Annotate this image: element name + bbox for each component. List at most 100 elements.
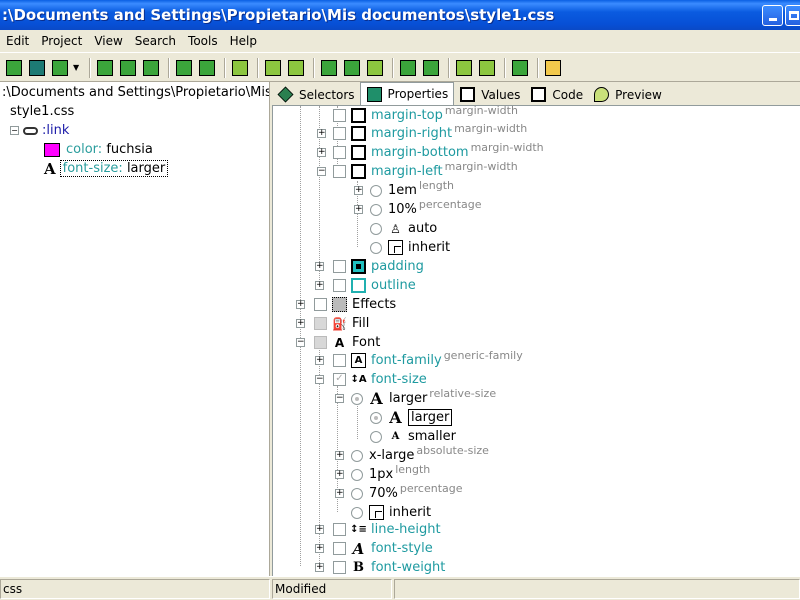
collapse-icon[interactable]: − [10,126,19,135]
radio-button[interactable] [370,184,382,197]
expand-icon[interactable]: + [317,148,326,157]
checkbox[interactable] [333,561,346,574]
expand-icon[interactable]: + [335,489,344,498]
tree-button[interactable] [286,58,306,78]
tree-row-font-weight[interactable]: + B font-weight [315,558,445,576]
radio-button[interactable] [351,487,363,500]
checkbox[interactable] [314,317,327,330]
radio-button[interactable] [370,222,382,235]
find-button[interactable] [454,58,474,78]
menu-help[interactable]: Help [224,34,263,48]
checkbox[interactable] [333,260,346,273]
property-tree-panel[interactable]: margin-top margin-width + margin-right mar… [272,105,800,576]
collapse-icon[interactable]: − [296,338,305,347]
file-node[interactable]: style1.css [10,102,74,121]
user-button[interactable] [421,58,441,78]
menu-project[interactable]: Project [35,34,88,48]
expand-icon[interactable]: + [335,451,344,460]
save-button[interactable] [27,58,47,78]
tree-row-larger-group[interactable]: − A larger relative-size [335,387,496,408]
expand-icon[interactable]: + [335,470,344,479]
open-button[interactable] [4,58,24,78]
tab-code[interactable]: Code [525,84,588,105]
radio-button[interactable] [370,430,382,443]
checkbox[interactable]: ✓ [333,373,346,386]
tree-row-effects[interactable]: + Effects [296,295,396,314]
tree-row-outline[interactable]: + outline [315,276,416,295]
minimize-button[interactable] [762,5,783,26]
menu-view[interactable]: View [88,34,128,48]
expand-icon[interactable]: + [315,525,324,534]
collapse-icon[interactable]: − [335,394,344,403]
checkbox[interactable] [333,127,346,140]
tab-preview[interactable]: Preview [588,84,667,105]
menu-tools[interactable]: Tools [182,34,224,48]
expand-icon[interactable]: + [315,563,324,572]
move-up-button[interactable] [174,58,194,78]
selector-tree-panel[interactable]: :\Documents and Settings\Propietario\Mis… [0,82,270,576]
checkbox[interactable] [314,336,327,349]
checkbox[interactable] [333,109,346,122]
tree-row-larger[interactable]: A larger [370,408,453,427]
maximize-button[interactable] [785,5,800,26]
selected-property[interactable]: font-size: larger [59,160,169,177]
checkbox[interactable] [333,146,346,159]
collapse-icon[interactable]: − [317,167,326,176]
expand-icon[interactable]: + [315,262,324,271]
checkbox[interactable] [333,279,346,292]
expand-icon[interactable]: + [296,300,305,309]
tree-row-inherit[interactable]: inherit [370,238,450,257]
property-node-font-size[interactable]: A font-size: larger [44,159,169,178]
expand-icon[interactable]: + [315,356,324,365]
dropdown-arrow-icon[interactable]: ▼ [73,63,79,72]
radio-button[interactable] [351,449,363,462]
tree-row-font[interactable]: − A Font [296,333,380,352]
checkbox[interactable] [314,298,327,311]
menu-search[interactable]: Search [129,34,182,48]
tree-row-font-style[interactable]: + A font-style [315,539,433,558]
tree-row-70pct[interactable]: + 70% percentage [335,482,463,503]
checkbox[interactable] [333,523,346,536]
expand-icon[interactable]: + [315,544,324,553]
tab-values[interactable]: Values [454,84,525,105]
tab-selectors[interactable]: Selectors [272,84,360,105]
cut-button[interactable] [365,58,385,78]
add-button[interactable] [95,58,115,78]
radio-button[interactable] [351,468,363,481]
menu-edit[interactable]: Edit [0,34,35,48]
tree-row-auto[interactable]: ♙ auto [370,219,437,238]
selector-node[interactable]: − :link [10,121,69,140]
list-button[interactable] [263,58,283,78]
tree-row-10pct[interactable]: + 10% percentage [354,198,482,219]
remove-button[interactable] [118,58,138,78]
radio-button[interactable] [351,392,363,405]
radio-button[interactable] [370,411,382,424]
tree-row-line-height[interactable]: + ↕≡ line-height [315,520,441,539]
radio-button[interactable] [370,241,382,254]
radio-button[interactable] [370,203,382,216]
expand-icon[interactable]: + [317,129,326,138]
paste-button[interactable] [342,58,362,78]
expand-icon[interactable]: + [354,186,363,195]
tree-row-padding[interactable]: + padding [315,257,424,276]
tree-row-font-size[interactable]: − ✓ ↕A font-size [315,370,427,389]
expand-icon[interactable]: + [296,319,305,328]
tab-properties[interactable]: Properties [359,82,455,105]
value-name[interactable]: larger [408,409,453,426]
expand-icon[interactable]: + [315,281,324,290]
view-button[interactable] [398,58,418,78]
collapse-icon[interactable]: − [315,375,324,384]
checkbox[interactable] [333,542,346,555]
tree-row-fill[interactable]: + ⛽ Fill [296,314,369,333]
property-node-color[interactable]: color: fuchsia [44,140,153,159]
move-down-button[interactable] [197,58,217,78]
checkbox[interactable] [333,165,346,178]
refresh-button[interactable] [50,58,70,78]
run-button[interactable] [141,58,161,78]
help-button[interactable] [543,58,563,78]
radio-button[interactable] [351,506,363,519]
copy-button[interactable] [319,58,339,78]
validate-button[interactable] [510,58,530,78]
expand-icon[interactable]: + [354,205,363,214]
tree-row-font-family[interactable]: + A font-family generic-family [315,349,523,370]
